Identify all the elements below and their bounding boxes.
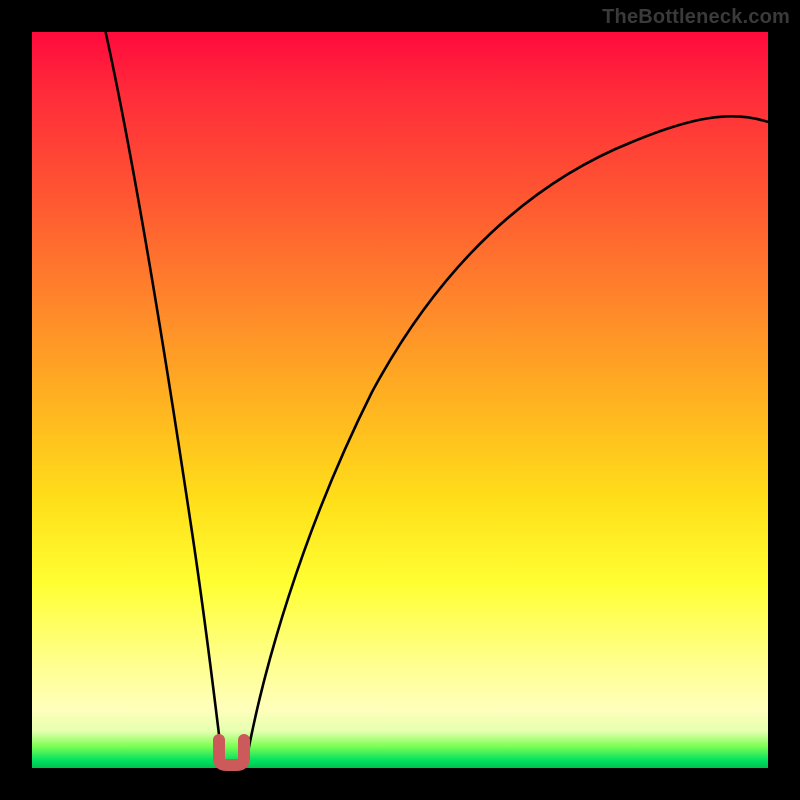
watermark-label: TheBottleneck.com	[602, 6, 790, 29]
curve-left	[106, 32, 223, 768]
curve-right	[245, 116, 768, 768]
plot-area	[32, 32, 768, 768]
valley-marker	[219, 740, 244, 765]
chart-frame: TheBottleneck.com	[0, 0, 800, 800]
bottleneck-curve	[32, 32, 768, 768]
